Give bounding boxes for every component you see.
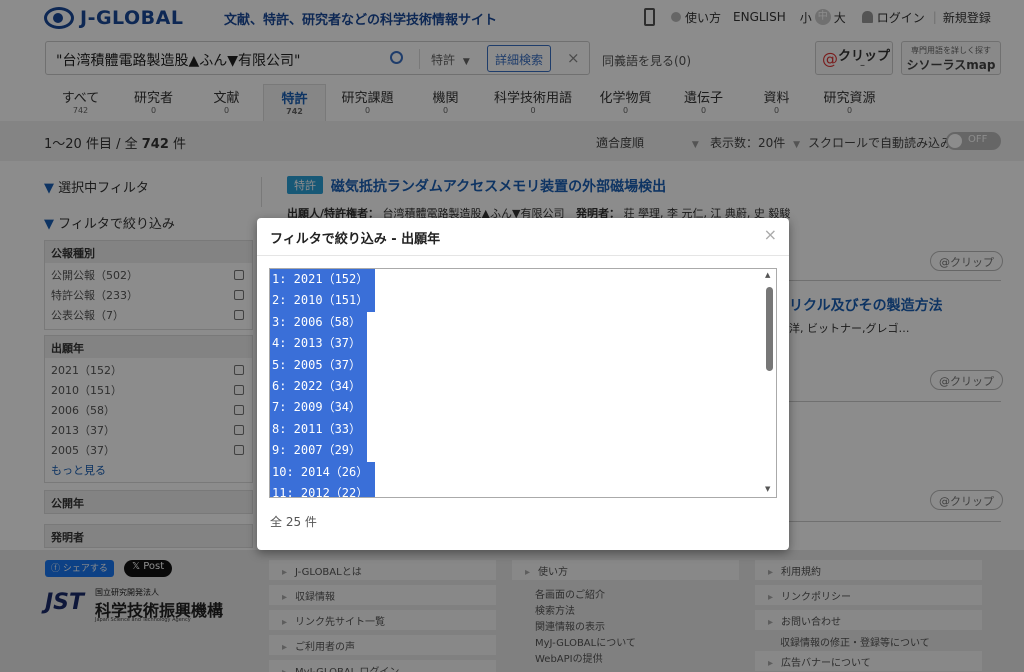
year-option[interactable]: 7: 2009（34） [270,397,367,418]
year-option[interactable]: 4: 2013（37） [270,333,367,354]
modal-title: フィルタで絞り込み - 出願年 [270,228,440,247]
year-option[interactable]: 10: 2014（26） [270,462,375,483]
year-options: 1: 2021（152）2: 2010（151）3: 2006（58）4: 20… [270,269,776,498]
year-option[interactable]: 8: 2011（33） [270,419,367,440]
scroll-up-icon[interactable]: ▲ [765,271,770,279]
modal-divider [257,255,789,256]
year-select-list[interactable]: 1: 2021（152）2: 2010（151）3: 2006（58）4: 20… [269,268,777,498]
year-option[interactable]: 1: 2021（152） [270,269,375,290]
scroll-down-icon[interactable]: ▼ [765,485,770,493]
year-option[interactable]: 2: 2010（151） [270,290,375,311]
year-option[interactable]: 6: 2022（34） [270,376,367,397]
year-option[interactable]: 3: 2006（58） [270,312,367,333]
filter-modal: フィルタで絞り込み - 出願年 × 1: 2021（152）2: 2010（15… [257,218,789,550]
modal-total-count: 全 25 件 [270,513,317,530]
year-option[interactable]: 9: 2007（29） [270,440,367,461]
scrollbar-thumb[interactable] [766,287,773,371]
year-option[interactable]: 5: 2005（37） [270,355,367,376]
close-icon[interactable]: × [764,225,777,244]
scrollbar[interactable]: ▲ ▼ [762,269,776,497]
year-option[interactable]: 11: 2012（22） [270,483,375,498]
